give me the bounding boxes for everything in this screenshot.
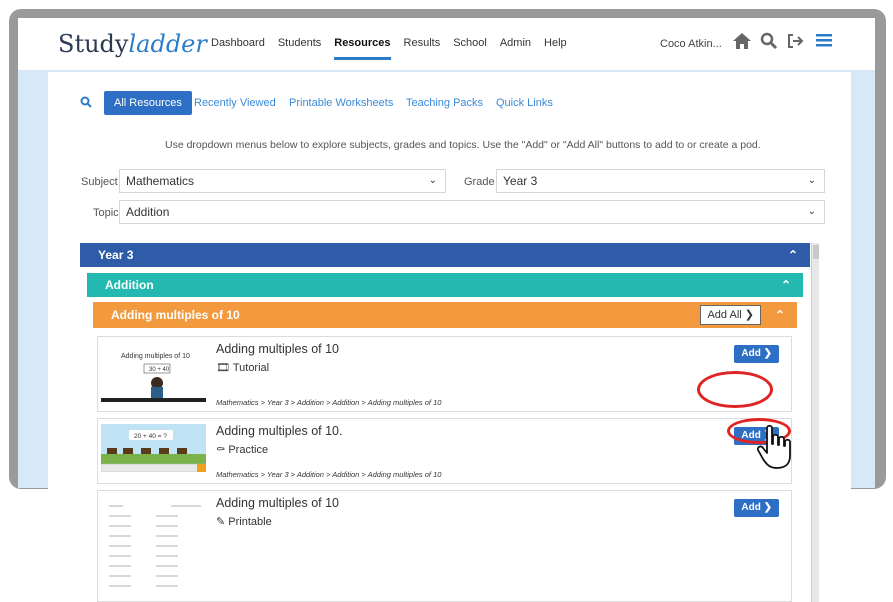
chevron-down-icon: ⌄: [428, 175, 437, 186]
subtopic-header[interactable]: Adding multiples of 10 Add All ❯ ⌃: [93, 302, 797, 328]
studyladder-logo[interactable]: Studyladder: [58, 30, 207, 58]
resource-breadcrumb: Mathematics > Year 3 > Addition > Additi…: [216, 398, 442, 407]
subject-label: Subject: [81, 176, 118, 188]
user-name[interactable]: Coco Atkin...: [660, 38, 722, 50]
nav-resources[interactable]: Resources: [334, 37, 391, 60]
subject-value: Mathematics: [126, 174, 195, 188]
chevron-up-icon[interactable]: ⌃: [788, 243, 798, 267]
add-button[interactable]: Add ❯: [734, 345, 779, 363]
topic-title: Addition: [105, 278, 154, 292]
gamepad-icon: ⚰: [216, 444, 226, 456]
add-button[interactable]: Add ❯: [734, 499, 779, 517]
chevron-up-icon[interactable]: ⌃: [781, 273, 791, 297]
search-icon[interactable]: [80, 95, 92, 111]
menu-icon[interactable]: [815, 32, 833, 53]
hand-cursor-icon: [756, 424, 793, 475]
tab-quick-links[interactable]: Quick Links: [496, 91, 553, 115]
thumb-equation: 30 + 40: [149, 367, 170, 373]
nav-students[interactable]: Students: [278, 37, 321, 49]
main-nav: Dashboard Students Resources Results Sch…: [211, 37, 580, 60]
year-header[interactable]: Year 3 ⌃: [80, 243, 810, 267]
resource-title[interactable]: Adding multiples of 10.: [216, 424, 342, 438]
nav-results[interactable]: Results: [404, 37, 441, 49]
grade-select[interactable]: Year 3 ⌄: [496, 169, 825, 193]
thumb-caption: Adding multiples of 10: [121, 353, 190, 360]
tutorial-thumbnail[interactable]: Adding multiples of 10 30 + 40: [101, 342, 206, 402]
scrollbar-thumb[interactable]: [813, 245, 819, 259]
resource-item-practice: 20 + 40 = ? Adding multiples of 10. ⚰ Pr…: [97, 418, 792, 484]
resource-breadcrumb: Mathematics > Year 3 > Addition > Additi…: [216, 470, 442, 479]
resource-title[interactable]: Adding multiples of 10: [216, 496, 339, 510]
topic-select[interactable]: Addition ⌄: [119, 200, 825, 224]
thumb-equation: 20 + 40 = ?: [134, 433, 167, 440]
resource-type: ✎ Printable: [216, 516, 272, 528]
subject-select[interactable]: Mathematics ⌄: [119, 169, 446, 193]
resource-item-printable: Adding multiples of 10 ✎ Printable Add ❯: [97, 490, 792, 602]
grade-value: Year 3: [503, 174, 538, 188]
highlight-circle: [697, 371, 773, 408]
scrollbar[interactable]: [811, 243, 819, 602]
nav-help[interactable]: Help: [544, 37, 567, 49]
practice-thumbnail[interactable]: 20 + 40 = ?: [101, 424, 206, 484]
tab-printable-worksheets[interactable]: Printable Worksheets: [289, 91, 393, 115]
home-icon[interactable]: [732, 32, 752, 55]
topic-label: Topic: [93, 207, 119, 219]
resource-title[interactable]: Adding multiples of 10: [216, 342, 339, 356]
chevron-up-icon[interactable]: ⌃: [775, 302, 785, 328]
help-text: Use dropdown menus below to explore subj…: [165, 139, 761, 151]
nav-school[interactable]: School: [453, 37, 487, 49]
chevron-down-icon: ⌄: [807, 175, 816, 186]
tab-teaching-packs[interactable]: Teaching Packs: [406, 91, 483, 115]
nav-dashboard[interactable]: Dashboard: [211, 37, 265, 49]
add-all-button[interactable]: Add All ❯: [700, 305, 761, 325]
film-icon: 🎞: [216, 362, 230, 374]
resource-type: 🎞 Tutorial: [216, 362, 270, 374]
nav-admin[interactable]: Admin: [500, 37, 531, 49]
logout-icon[interactable]: [786, 32, 804, 55]
grade-label: Grade: [464, 176, 495, 188]
tab-recently-viewed[interactable]: Recently Viewed: [194, 91, 276, 115]
pencil-icon: ✎: [216, 516, 226, 528]
topic-header[interactable]: Addition ⌃: [87, 273, 803, 297]
chevron-down-icon: ⌄: [807, 206, 816, 217]
printable-thumbnail[interactable]: [101, 496, 206, 600]
resource-type: ⚰ Practice: [216, 444, 269, 456]
year-title: Year 3: [98, 248, 134, 262]
subtopic-title: Adding multiples of 10: [111, 308, 240, 322]
tab-all-resources[interactable]: All Resources: [104, 91, 192, 115]
resource-item-tutorial: Adding multiples of 10 30 + 40 Adding mu…: [97, 336, 792, 412]
search-icon[interactable]: [760, 32, 778, 55]
top-header: Studyladder Dashboard Students Resources…: [18, 18, 875, 70]
topic-value: Addition: [126, 205, 170, 219]
